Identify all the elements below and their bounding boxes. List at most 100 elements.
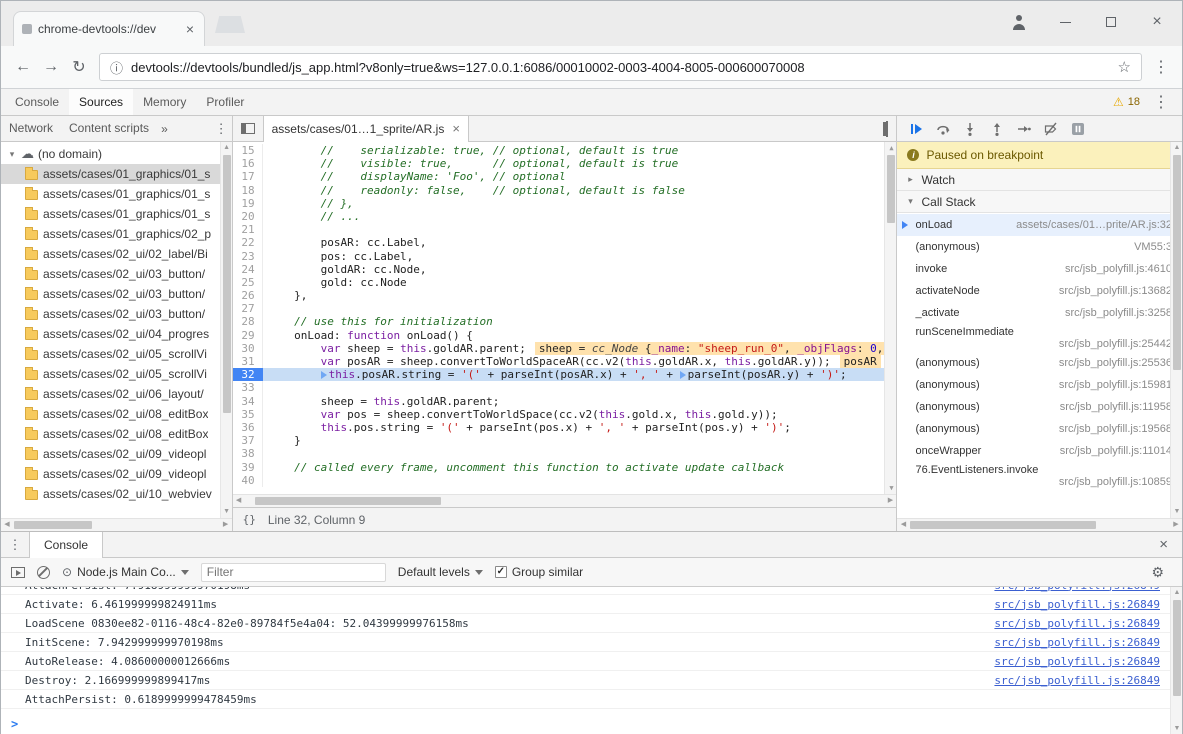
console-source-link[interactable]: src/jsb_polyfill.js:26849 xyxy=(982,674,1160,687)
scrollbar-thumb[interactable] xyxy=(910,521,1096,529)
navigator-toggle-button[interactable] xyxy=(233,123,263,134)
call-stack-frame[interactable]: (anonymous)src/jsb_polyfill.js:25536 xyxy=(897,352,1182,374)
call-stack-frame[interactable]: _activatesrc/jsb_polyfill.js:3258 xyxy=(897,302,1182,324)
file-tree-item[interactable]: assets/cases/02_ui/10_webviev xyxy=(1,484,232,504)
console-source-link[interactable]: src/jsb_polyfill.js:26849 xyxy=(982,598,1160,611)
profile-button[interactable] xyxy=(996,1,1042,43)
line-number[interactable]: 40 xyxy=(233,474,263,487)
inline-step-marker[interactable] xyxy=(321,371,327,379)
execution-context-selector[interactable]: ⊙ Node.js Main Co... xyxy=(62,565,189,579)
scroll-right-icon[interactable]: ▶ xyxy=(1170,519,1182,531)
line-number[interactable]: 24 xyxy=(233,263,263,276)
new-tab-button[interactable] xyxy=(215,16,245,33)
back-button[interactable]: ← xyxy=(9,58,37,76)
console-menu-icon[interactable]: ⋮ xyxy=(1,537,29,553)
scrollbar-thumb[interactable] xyxy=(223,155,231,413)
step-into-button[interactable] xyxy=(963,122,977,136)
line-number[interactable]: 34 xyxy=(233,395,263,408)
scrollbar-thumb[interactable] xyxy=(1173,600,1181,696)
scroll-down-icon[interactable]: ▼ xyxy=(1171,723,1183,734)
line-number[interactable]: 29 xyxy=(233,329,263,342)
file-tree-item[interactable]: assets/cases/02_ui/02_label/Bi xyxy=(1,244,232,264)
console-sidebar-icon[interactable] xyxy=(11,567,25,578)
tab-console-drawer[interactable]: Console xyxy=(29,532,103,558)
more-tabs-icon[interactable]: » xyxy=(157,122,172,136)
scroll-right-icon[interactable]: ▶ xyxy=(220,519,232,531)
file-tree-root[interactable]: ▾ ☁ (no domain) xyxy=(1,144,232,164)
file-tree-item[interactable]: assets/cases/01_graphics/02_p xyxy=(1,224,232,244)
file-tree-item[interactable]: assets/cases/02_ui/05_scrollVi xyxy=(1,344,232,364)
call-stack-frame[interactable]: onceWrappersrc/jsb_polyfill.js:11014 xyxy=(897,440,1182,462)
file-tree-item[interactable]: assets/cases/02_ui/05_scrollVi xyxy=(1,364,232,384)
group-similar-checkbox[interactable]: ✓ xyxy=(495,566,507,578)
scroll-down-icon[interactable]: ▼ xyxy=(221,506,232,518)
call-stack-section-header[interactable]: ▾ Call Stack xyxy=(897,191,1182,213)
file-tree-item[interactable]: assets/cases/02_ui/08_editBox xyxy=(1,424,232,444)
line-number[interactable]: 27 xyxy=(233,302,263,315)
clear-console-icon[interactable] xyxy=(37,566,50,579)
scroll-down-icon[interactable]: ▼ xyxy=(1171,506,1183,518)
line-number[interactable]: 15 xyxy=(233,144,263,157)
editor-vscrollbar[interactable]: ▲ ▼ xyxy=(884,142,896,494)
file-tree-item[interactable]: assets/cases/02_ui/03_button/ xyxy=(1,264,232,284)
step-button[interactable] xyxy=(1017,122,1031,136)
call-stack-frame[interactable]: 76.EventListeners.invokesrc/jsb_polyfill… xyxy=(897,462,1182,490)
navigator-hscrollbar[interactable]: ◀ ▶ xyxy=(1,518,232,531)
file-tree-item[interactable]: assets/cases/02_ui/03_button/ xyxy=(1,304,232,324)
line-number[interactable]: 19 xyxy=(233,197,263,210)
line-number[interactable]: 26 xyxy=(233,289,263,302)
navigator-menu-icon[interactable]: ⋮ xyxy=(215,121,232,137)
console-close-icon[interactable]: × xyxy=(1145,536,1182,553)
filter-input[interactable] xyxy=(201,563,386,582)
tab-console[interactable]: Console xyxy=(5,89,69,115)
editor-hscrollbar[interactable]: ◀ ▶ xyxy=(233,494,897,507)
file-tree-item[interactable]: assets/cases/01_graphics/01_s xyxy=(1,184,232,204)
code-editor[interactable]: 15 // serializable: true, // optional, d… xyxy=(233,142,897,494)
close-window-button[interactable]: × xyxy=(1134,1,1180,43)
call-stack-frame[interactable]: onLoadassets/cases/01…prite/AR.js:32 xyxy=(897,214,1182,236)
warnings-badge[interactable]: ⚠ 18 xyxy=(1113,95,1140,109)
inline-step-marker[interactable] xyxy=(680,371,686,379)
scroll-up-icon[interactable]: ▲ xyxy=(885,142,896,154)
call-stack-frame[interactable]: (anonymous)src/jsb_polyfill.js:19568 xyxy=(897,418,1182,440)
bookmark-star-icon[interactable]: ☆ xyxy=(1118,58,1131,76)
file-tree-item[interactable]: assets/cases/02_ui/03_button/ xyxy=(1,284,232,304)
line-number[interactable]: 38 xyxy=(233,447,263,460)
minimize-button[interactable] xyxy=(1042,1,1088,43)
scroll-down-icon[interactable]: ▼ xyxy=(885,482,896,494)
log-levels-selector[interactable]: Default levels xyxy=(398,565,483,579)
line-number[interactable]: 33 xyxy=(233,381,263,394)
forward-button[interactable]: → xyxy=(37,58,65,76)
chevron-down-icon[interactable]: ▾ xyxy=(7,149,17,160)
scrollbar-thumb[interactable] xyxy=(14,521,92,529)
url-text[interactable]: devtools://devtools/bundled/js_app.html?… xyxy=(131,60,1110,75)
file-tree-item[interactable]: assets/cases/02_ui/04_progres xyxy=(1,324,232,344)
step-out-button[interactable] xyxy=(990,122,1004,136)
call-stack-frame[interactable]: (anonymous)VM55:3 xyxy=(897,236,1182,258)
file-tree-item[interactable]: assets/cases/01_graphics/01_s xyxy=(1,204,232,224)
call-stack-frame[interactable]: activateNodesrc/jsb_polyfill.js:13682 xyxy=(897,280,1182,302)
call-stack-frame[interactable]: (anonymous)src/jsb_polyfill.js:15981 xyxy=(897,374,1182,396)
tab-sources[interactable]: Sources xyxy=(69,89,133,115)
line-number[interactable]: 21 xyxy=(233,223,263,236)
line-number[interactable]: 30 xyxy=(233,342,263,355)
file-tree-item[interactable]: assets/cases/02_ui/09_videopl xyxy=(1,444,232,464)
scroll-left-icon[interactable]: ◀ xyxy=(233,495,245,507)
line-number[interactable]: 23 xyxy=(233,250,263,263)
file-tree-item[interactable]: assets/cases/01_graphics/01_s xyxy=(1,164,232,184)
page-info-icon[interactable]: ⓘ xyxy=(110,58,123,77)
debugger-hscrollbar[interactable]: ◀ ▶ xyxy=(897,518,1182,531)
tab-memory[interactable]: Memory xyxy=(133,89,196,115)
tab-content-scripts[interactable]: Content scripts xyxy=(61,116,157,141)
console-source-link[interactable]: src/jsb_polyfill.js:26849 xyxy=(982,587,1160,592)
file-tree-item[interactable]: assets/cases/02_ui/08_editBox xyxy=(1,404,232,424)
call-stack-frame[interactable]: invokesrc/jsb_polyfill.js:4610 xyxy=(897,258,1182,280)
deactivate-breakpoints-button[interactable] xyxy=(1044,122,1058,136)
scroll-up-icon[interactable]: ▲ xyxy=(221,142,232,154)
line-number[interactable]: 35 xyxy=(233,408,263,421)
file-tree-item[interactable]: assets/cases/02_ui/06_layout/ xyxy=(1,384,232,404)
line-number[interactable]: 20 xyxy=(233,210,263,223)
pretty-print-button[interactable]: {} xyxy=(243,513,256,526)
line-number[interactable]: 39 xyxy=(233,461,263,474)
scrollbar-thumb[interactable] xyxy=(1173,155,1181,370)
